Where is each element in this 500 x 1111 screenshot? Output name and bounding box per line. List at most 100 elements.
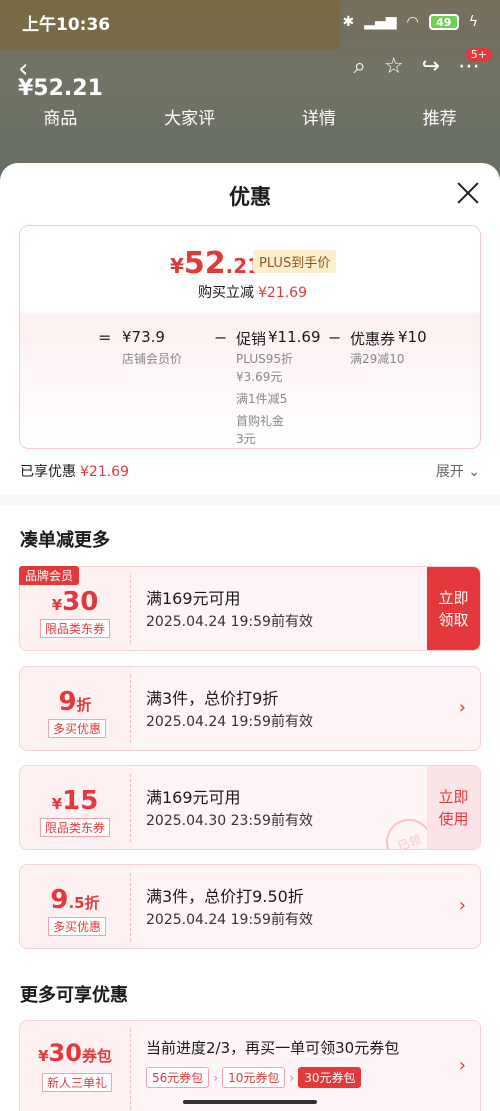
pack-step: 56元券包 — [146, 1067, 210, 1088]
share-icon[interactable]: ↪ — [422, 54, 440, 79]
pack-value: 30 — [48, 1039, 82, 1067]
coupon-expiry: 2025.04.24 19:59前有效 — [146, 614, 313, 630]
coupon-left: 9折 多买优惠 — [20, 667, 130, 750]
price-currency: ¥ — [170, 254, 184, 278]
background-tabs: 商品 大家评 详情 推荐 — [0, 104, 500, 134]
coupon-body: 满3件，总价打9.50折 2025.04.24 19:59前有效 › — [132, 865, 480, 948]
coupon-amount: ¥15 — [20, 786, 130, 816]
promo-value: ¥11.69 — [268, 328, 321, 346]
search-icon[interactable]: ⌕ — [354, 54, 366, 79]
coupon-divider — [130, 873, 131, 941]
tab-reviews[interactable]: 大家评 — [164, 104, 215, 134]
back-icon[interactable]: ‹ — [18, 54, 28, 84]
coupon-expiry: 2025.04.30 23:59前有效 — [146, 813, 313, 829]
promo-detail: 满1件减5 — [236, 392, 288, 406]
enjoyed-label: 已享优惠 — [20, 464, 76, 480]
pack-step: 10元券包 — [222, 1067, 286, 1088]
section-divider — [0, 495, 500, 505]
coupon-value: 15 — [62, 786, 99, 816]
chevron-right-icon[interactable]: › — [459, 1055, 466, 1076]
coupon-pack-card[interactable]: ¥30券包 新人三单礼 当前进度2/3，再买一单可领30元券包 56元券包 › … — [19, 1020, 481, 1111]
pack-amount: ¥30券包 — [20, 1039, 130, 1067]
coupon-value: 9 — [50, 885, 69, 915]
product-nav-bar: ‹ ⌕ ☆ ↪ ⋯ 5+ — [0, 48, 500, 88]
battery-icon: 49 — [428, 14, 459, 30]
brand-member-tag: 品牌会员 — [19, 566, 80, 585]
equals-sign: = — [98, 328, 112, 347]
close-icon[interactable] — [454, 179, 482, 207]
coupon-value: 30 — [62, 587, 99, 617]
home-indicator — [183, 1100, 317, 1104]
section-title-more-discounts: 凑单减更多 — [20, 530, 110, 551]
wifi-icon: ◠ — [406, 14, 419, 30]
tab-product[interactable]: 商品 — [43, 104, 77, 134]
coupon-body: 满169元可用 2025.04.24 19:59前有效 立即 领取 — [132, 567, 480, 650]
instant-discount-label: 购买立减 — [198, 285, 254, 301]
pack-progress: 当前进度2/3，再买一单可领30元券包 — [146, 1039, 400, 1057]
promo-detail: 首购礼金 — [236, 414, 285, 428]
coupon-scope: 多买优惠 — [48, 719, 107, 738]
nav-icons: ⌕ ☆ ↪ ⋯ — [354, 54, 481, 79]
member-price-label: 店铺会员价 — [122, 352, 183, 366]
minus-sign: − — [214, 328, 228, 347]
coupon-unit: 折 — [84, 894, 100, 912]
coupon-card: ¥30 限品类东券 满169元可用 2025.04.24 19:59前有效 立即… — [19, 566, 481, 651]
member-price: ¥73.9 — [122, 328, 165, 346]
pack-step: 30元券包 — [298, 1067, 362, 1088]
minus-sign: − — [328, 328, 342, 347]
status-time: 上午10:36 — [22, 14, 111, 35]
coupon-condition: 满3件，总价打9.50折 — [146, 887, 304, 906]
coupon-divider — [130, 575, 131, 643]
step-separator-icon: › — [213, 1070, 219, 1085]
pack-unit: 券包 — [81, 1047, 112, 1065]
coupon-label: 优惠券 — [350, 330, 396, 348]
coupon-scope: 限品类东券 — [40, 619, 111, 638]
use-button[interactable]: 立即 使用 — [427, 766, 480, 849]
coupon-body: 满3件，总价打9折 2025.04.24 19:59前有效 › — [132, 667, 480, 750]
sheet-title: 优惠 — [229, 185, 271, 209]
coupon-condition: 满3件，总价打9折 — [146, 689, 279, 708]
section-title-available-discounts: 更多可享优惠 — [20, 985, 128, 1006]
promo-detail: PLUS95折 — [236, 352, 293, 366]
coupon-left: 9.5折 多买优惠 — [20, 865, 130, 948]
coupon-amount: 9.5折 — [20, 885, 130, 915]
coupon-card: ¥15 限品类东券 满169元可用 2025.04.30 23:59前有效 已领… — [19, 765, 481, 850]
claim-button[interactable]: 立即 领取 — [427, 567, 480, 650]
coupon-card[interactable]: 9.5折 多买优惠 满3件，总价打9.50折 2025.04.24 19:59前… — [19, 864, 481, 949]
coupon-decimal: .5 — [68, 894, 85, 912]
coupon-detail: 满29减10 — [350, 352, 405, 366]
plus-price-tag: PLUS到手价 — [253, 250, 337, 273]
tab-recommend[interactable]: 推荐 — [423, 104, 457, 134]
pack-steps: 56元券包 › 10元券包 › 30元券包 — [146, 1067, 362, 1088]
instant-discount-line: 购买立减 ¥21.69 — [198, 282, 307, 302]
coupon-value: 9 — [58, 687, 77, 717]
coupon-left: ¥15 限品类东券 — [20, 766, 130, 849]
expand-toggle[interactable]: 展开 ⌄ — [436, 461, 480, 481]
cart-badge: 5+ — [465, 48, 492, 61]
pack-body: 当前进度2/3，再买一单可领30元券包 56元券包 › 10元券包 › 30元券… — [132, 1021, 480, 1111]
coupon-scope: 限品类东券 — [40, 818, 111, 837]
coupon-expiry: 2025.04.24 19:59前有效 — [146, 714, 313, 730]
enjoyed-amount: ¥21.69 — [80, 464, 129, 480]
coupon-divider — [130, 774, 131, 842]
signal-icon: ▂▄▆ — [364, 14, 397, 30]
coupon-card[interactable]: 9折 多买优惠 满3件，总价打9折 2025.04.24 19:59前有效 › — [19, 666, 481, 751]
coupon-divider — [130, 675, 131, 743]
final-price: ¥52.21 — [170, 246, 261, 281]
pack-currency: ¥ — [38, 1047, 49, 1065]
star-icon[interactable]: ☆ — [384, 54, 404, 79]
coupon-body: 满169元可用 2025.04.30 23:59前有效 已领 立即 使用 — [132, 766, 480, 849]
promo-detail: 3元 — [236, 432, 256, 446]
bluetooth-icon: ✱ — [342, 14, 355, 30]
enjoyed-discount-row: 已享优惠 ¥21.69 — [20, 461, 129, 481]
tab-details[interactable]: 详情 — [302, 104, 336, 134]
status-icons: ✱ ▂▄▆ ◠ 49 ϟ — [342, 14, 478, 30]
price-integer: 52 — [183, 246, 226, 281]
coupon-currency: ¥ — [51, 596, 63, 614]
chevron-right-icon[interactable]: › — [459, 895, 466, 916]
coupon-condition: 满169元可用 — [146, 589, 241, 608]
coupon-unit: 折 — [76, 696, 92, 714]
status-bar: 上午10:36 ✱ ▂▄▆ ◠ 49 ϟ — [0, 0, 500, 44]
chevron-right-icon[interactable]: › — [459, 697, 466, 718]
promo-label: 促销 — [236, 330, 267, 348]
